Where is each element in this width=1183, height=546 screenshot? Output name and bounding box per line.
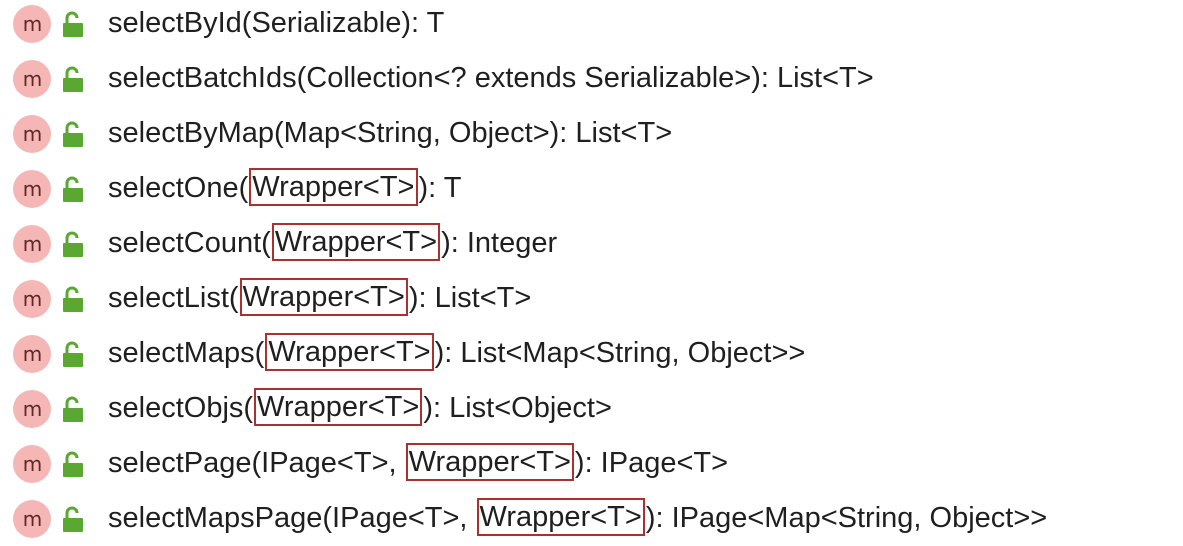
method-m-icon-letter: m	[22, 176, 43, 201]
method-signature: selectOne(Wrapper<T>): T	[108, 161, 461, 216]
public-unlock-icon	[62, 505, 84, 533]
highlighted-wrapper-param: Wrapper<T>	[271, 223, 441, 261]
method-m-icon: m	[13, 224, 51, 263]
public-unlock-icon	[62, 10, 84, 38]
signature-text: selectPage(IPage<T>,	[108, 447, 405, 479]
signature-text: selectMaps(	[108, 337, 265, 369]
signature-return: ): IPage<Map<String, Object>>	[645, 502, 1048, 534]
public-unlock-icon	[62, 395, 84, 423]
method-m-icon-letter: m	[22, 11, 43, 36]
method-m-icon: m	[13, 444, 51, 483]
highlighted-wrapper-param: Wrapper<T>	[265, 333, 434, 371]
method-signature: selectMaps(Wrapper<T>): List<Map<String,…	[108, 326, 805, 381]
signature-text: selectByMap(Map<String, Object>): List<T…	[108, 117, 673, 149]
signature-return: ): List<T>	[408, 282, 532, 314]
method-signature: selectObjs(Wrapper<T>): List<Object>	[108, 381, 612, 436]
method-signature: selectMapsPage(IPage<T>, Wrapper<T>): IP…	[108, 491, 1047, 546]
public-unlock-icon	[62, 340, 84, 368]
method-signature: selectBatchIds(Collection<? extends Seri…	[108, 51, 874, 106]
method-signature: selectById(Serializable): T	[108, 0, 444, 51]
method-m-icon: m	[13, 279, 51, 318]
method-signature: selectPage(IPage<T>, Wrapper<T>): IPage<…	[108, 436, 728, 491]
method-m-icon-letter: m	[22, 66, 43, 91]
signature-text: selectById(Serializable): T	[108, 7, 445, 39]
method-m-icon: m	[13, 114, 51, 153]
signature-text: selectCount(	[108, 227, 271, 259]
public-unlock-icon	[62, 230, 84, 258]
method-m-icon: m	[13, 389, 51, 428]
method-m-icon-letter: m	[22, 231, 43, 256]
highlighted-wrapper-param: Wrapper<T>	[249, 168, 418, 206]
method-m-icon: m	[13, 4, 51, 43]
method-m-icon-letter: m	[22, 506, 43, 531]
method-m-icon: m	[13, 169, 51, 208]
method-signature: selectList(Wrapper<T>): List<T>	[108, 271, 531, 326]
signature-text: selectList(	[108, 282, 239, 314]
method-signature: selectByMap(Map<String, Object>): List<T…	[108, 106, 672, 161]
signature-text: selectObjs(	[108, 392, 254, 424]
highlighted-wrapper-param: Wrapper<T>	[476, 498, 645, 536]
method-m-icon-letter: m	[22, 341, 43, 366]
public-unlock-icon	[62, 450, 84, 478]
signature-text: selectOne(	[108, 172, 249, 204]
method-m-icon: m	[13, 334, 51, 373]
signature-text: selectBatchIds(Collection<? extends Seri…	[108, 62, 874, 94]
signature-return: ): List<Object>	[423, 392, 612, 424]
signature-return: ): T	[418, 172, 462, 204]
method-signature: selectCount(Wrapper<T>): Integer	[108, 216, 557, 271]
method-m-icon-letter: m	[22, 121, 43, 146]
signature-return: ): Integer	[441, 227, 558, 259]
method-m-icon: m	[13, 499, 51, 538]
public-unlock-icon	[62, 120, 84, 148]
highlighted-wrapper-param: Wrapper<T>	[254, 388, 423, 426]
method-m-icon: m	[13, 59, 51, 98]
signature-return: ): List<Map<String, Object>>	[434, 337, 806, 369]
signature-text: selectMapsPage(IPage<T>,	[108, 502, 476, 534]
public-unlock-icon	[62, 175, 84, 203]
method-m-icon-letter: m	[22, 451, 43, 476]
public-unlock-icon	[62, 65, 84, 93]
method-m-icon-letter: m	[22, 396, 43, 421]
highlighted-wrapper-param: Wrapper<T>	[405, 443, 574, 481]
public-unlock-icon	[62, 285, 84, 313]
signature-return: ): IPage<T>	[574, 447, 729, 479]
method-list: m selectById(Serializable): T m selectBatch…	[0, 0, 1183, 546]
method-m-icon-letter: m	[22, 286, 43, 311]
highlighted-wrapper-param: Wrapper<T>	[239, 278, 408, 316]
